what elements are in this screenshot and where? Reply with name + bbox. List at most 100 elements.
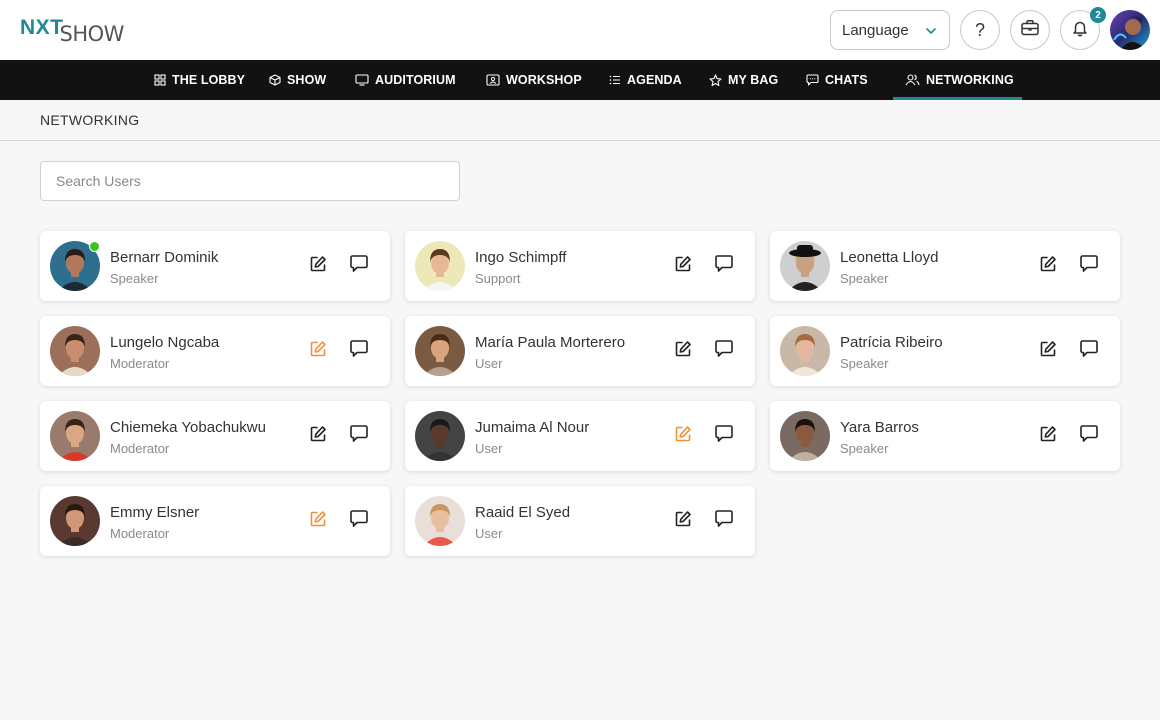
chat-bubble-icon [806, 74, 819, 86]
edit-note-button[interactable] [1037, 255, 1059, 277]
chat-button[interactable] [713, 340, 735, 362]
users-icon [905, 74, 920, 86]
nav-label: SHOW [287, 73, 327, 87]
chat-button[interactable] [713, 255, 735, 277]
user-card[interactable]: Ingo Schimpff Support [405, 231, 755, 301]
user-role: Moderator [110, 356, 170, 371]
user-name[interactable]: Emmy Elsner [110, 504, 199, 521]
bell-icon [1071, 19, 1089, 42]
user-name[interactable]: Lungelo Ngcaba [110, 334, 219, 351]
edit-note-button[interactable] [672, 340, 694, 362]
user-name[interactable]: Raaid El Syed [475, 504, 570, 521]
avatar[interactable] [780, 326, 830, 376]
briefcase-button[interactable] [1010, 10, 1050, 50]
nav-label: MY BAG [728, 73, 779, 87]
chat-button[interactable] [348, 510, 370, 532]
chat-icon [714, 339, 734, 363]
user-avatar[interactable] [1110, 10, 1150, 50]
user-name[interactable]: Ingo Schimpff [475, 249, 566, 266]
avatar[interactable] [780, 241, 830, 291]
chat-icon [1079, 339, 1099, 363]
user-card[interactable]: Emmy Elsner Moderator [40, 486, 390, 556]
nav-label: WORKSHOP [506, 73, 582, 87]
user-name[interactable]: Chiemeka Yobachukwu [110, 419, 266, 436]
chat-button[interactable] [713, 425, 735, 447]
user-card[interactable]: Patrícia Ribeiro Speaker [770, 316, 1120, 386]
chat-icon [349, 509, 369, 533]
user-card[interactable]: Yara Barros Speaker [770, 401, 1120, 471]
nav-item-my-bag[interactable]: MY BAG [709, 60, 778, 100]
avatar[interactable] [50, 326, 100, 376]
chat-button[interactable] [1078, 425, 1100, 447]
edit-note-button[interactable] [307, 510, 329, 532]
avatar[interactable] [415, 241, 465, 291]
top-bar: NXT SHOW Language ? 2 [0, 0, 1160, 60]
language-select[interactable]: Language [830, 10, 950, 50]
page-title: NETWORKING [40, 112, 140, 128]
monitor-icon [355, 74, 369, 86]
nxtshow-logo[interactable]: NXT SHOW [20, 16, 124, 46]
nav-item-auditorium[interactable]: AUDITORIUM [355, 60, 456, 100]
user-role: User [475, 441, 503, 456]
nav-item-agenda[interactable]: AGENDA [609, 60, 682, 100]
user-name[interactable]: Jumaima Al Nour [475, 419, 589, 436]
user-role: Speaker [840, 356, 889, 371]
search-input[interactable] [40, 161, 460, 201]
edit-note-button[interactable] [307, 255, 329, 277]
edit-icon [1039, 255, 1057, 278]
chat-button[interactable] [348, 425, 370, 447]
user-card[interactable]: Raaid El Syed User [405, 486, 755, 556]
user-name[interactable]: Patrícia Ribeiro [840, 334, 943, 351]
chat-button[interactable] [1078, 255, 1100, 277]
chat-button[interactable] [348, 255, 370, 277]
edit-note-button[interactable] [672, 255, 694, 277]
user-card[interactable]: Chiemeka Yobachukwu Moderator [40, 401, 390, 471]
logo-secondary: SHOW [59, 22, 125, 46]
avatar[interactable] [415, 326, 465, 376]
nav-label: AUDITORIUM [375, 73, 456, 87]
user-name[interactable]: Leonetta Lloyd [840, 249, 938, 266]
chat-button[interactable] [713, 510, 735, 532]
avatar[interactable] [780, 411, 830, 461]
edit-icon [674, 255, 692, 278]
avatar[interactable] [415, 411, 465, 461]
grid-icon [154, 74, 166, 86]
user-name[interactable]: Yara Barros [840, 419, 919, 436]
user-card[interactable]: Lungelo Ngcaba Moderator [40, 316, 390, 386]
user-card[interactable]: Jumaima Al Nour User [405, 401, 755, 471]
notification-badge: 2 [1090, 7, 1106, 23]
chat-button[interactable] [1078, 340, 1100, 362]
chat-icon [714, 424, 734, 448]
help-icon: ? [974, 19, 985, 40]
logo-primary: NXT [20, 16, 64, 39]
avatar[interactable] [415, 496, 465, 546]
user-card[interactable]: Bernarr Dominik Speaker [40, 231, 390, 301]
edit-note-button[interactable] [1037, 340, 1059, 362]
nav-item-lobby[interactable]: THE LOBBY [154, 60, 245, 100]
user-card[interactable]: María Paula Morterero User [405, 316, 755, 386]
chat-button[interactable] [348, 340, 370, 362]
avatar[interactable] [50, 496, 100, 546]
nav-item-show[interactable]: SHOW [269, 60, 326, 100]
edit-note-button[interactable] [307, 340, 329, 362]
edit-note-button[interactable] [672, 510, 694, 532]
user-role: Speaker [840, 441, 889, 456]
help-button[interactable]: ? [960, 10, 1000, 50]
edit-note-button[interactable] [672, 425, 694, 447]
edit-note-button[interactable] [1037, 425, 1059, 447]
avatar[interactable] [50, 411, 100, 461]
chat-icon [714, 254, 734, 278]
user-name[interactable]: Bernarr Dominik [110, 249, 218, 266]
user-name[interactable]: María Paula Morterero [475, 334, 625, 351]
nav-item-workshop[interactable]: WORKSHOP [486, 60, 582, 100]
briefcase-icon [1020, 19, 1040, 42]
star-icon [709, 73, 722, 86]
user-card[interactable]: Leonetta Lloyd Speaker [770, 231, 1120, 301]
nav-item-chats[interactable]: CHATS [806, 60, 868, 100]
presentation-icon [486, 74, 500, 86]
edit-icon [1039, 425, 1057, 448]
language-label: Language [842, 21, 909, 39]
user-role: Speaker [110, 271, 159, 286]
nav-item-networking[interactable]: NETWORKING [893, 60, 1022, 100]
edit-note-button[interactable] [307, 425, 329, 447]
